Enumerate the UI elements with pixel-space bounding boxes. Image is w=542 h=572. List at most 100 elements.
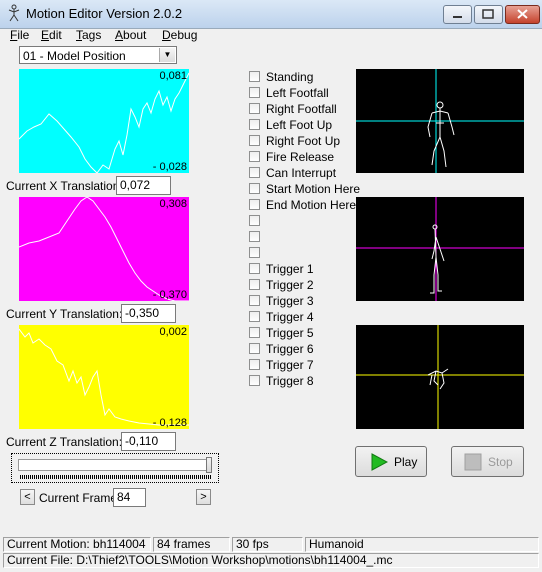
frame-slider[interactable] [11,453,219,483]
z-graph-min: - 0,128 [152,417,187,429]
flag-label: Trigger 4 [266,310,314,324]
play-label: Play [394,455,418,469]
stop-button[interactable]: Stop [451,446,524,477]
y-curve [19,197,189,301]
maximize-icon [482,9,494,19]
stop-icon [464,453,482,471]
chevron-left-icon: < [24,491,31,503]
x-graph-min: - 0,028 [152,161,187,173]
chevron-down-icon[interactable]: ▼ [159,48,175,62]
flag-checkbox[interactable] [249,135,260,146]
flag-checkbox[interactable] [249,327,260,338]
flag-checkbox[interactable] [249,103,260,114]
frame-slider-thumb[interactable] [206,457,212,473]
flag-label: Left Footfall [266,86,329,100]
x-curve [19,72,189,173]
flag-checkbox[interactable] [249,199,260,210]
skeleton-front [427,101,455,168]
flag-checkbox[interactable] [249,231,260,242]
y-translation-graph: 0,308 - 0,370 [19,197,189,301]
flag-checkbox[interactable] [249,247,260,258]
flag-checkbox[interactable] [249,167,260,178]
preview-side [356,197,524,301]
flag-label: Trigger 8 [266,374,314,388]
z-translation-label: Current Z Translation: [6,435,123,449]
flag-checkbox[interactable] [249,87,260,98]
x-graph-max: 0,081 [159,70,187,82]
flag-checkbox[interactable] [249,215,260,226]
current-frame-field[interactable]: 84 [113,488,146,507]
app-figure-icon [8,4,20,22]
flag-label: Trigger 7 [266,358,314,372]
y-translation-field[interactable]: -0,350 [121,304,176,323]
preview-front-canvas [356,69,524,173]
preview-front [356,69,524,173]
flag-label: Trigger 3 [266,294,314,308]
flag-checkbox[interactable] [249,119,260,130]
stop-label: Stop [488,455,513,469]
flag-checkbox[interactable] [249,343,260,354]
z-graph-max: 0,002 [159,326,187,338]
menu-file[interactable]: File [10,28,29,42]
channel-select[interactable]: 01 - Model Position ▼ [19,46,177,64]
status-current-file: Current File: D:\Thief2\TOOLS\Motion Wor… [3,553,539,568]
flag-label: Right Foot Up [266,134,341,148]
flag-label: Trigger 1 [266,262,314,276]
flag-checkbox[interactable] [249,151,260,162]
preview-top [356,325,524,429]
minimize-icon [453,16,462,18]
chevron-right-icon: > [200,491,207,503]
status-current-motion: Current Motion: bh114004 [3,537,151,552]
window-title: Motion Editor Version 2.0.2 [26,6,183,21]
z-curve [19,328,189,426]
channel-select-value: 01 - Model Position [23,49,126,63]
flag-label: Right Footfall [266,102,337,116]
current-frame-label: Current Frame: [39,491,121,505]
minimize-button[interactable] [443,5,472,24]
menu-edit[interactable]: Edit [41,28,62,42]
play-icon [371,453,388,471]
play-button[interactable]: Play [355,446,427,477]
close-button[interactable] [505,5,540,24]
status-fps: 30 fps [232,537,303,552]
flag-checkbox[interactable] [249,295,260,306]
menu-debug[interactable]: Debug [162,28,197,42]
status-type: Humanoid [305,537,539,552]
flag-checkbox[interactable] [249,359,260,370]
flag-label: Left Foot Up [266,118,333,132]
preview-top-canvas [356,325,524,429]
y-graph-max: 0,308 [159,198,187,210]
flag-label: Standing [266,70,314,84]
frame-slider-track[interactable] [18,459,212,471]
flag-label: Trigger 5 [266,326,314,340]
close-icon [517,9,528,19]
prev-frame-button[interactable]: < [20,489,35,505]
next-frame-button[interactable]: > [196,489,211,505]
flag-checkbox[interactable] [249,311,260,322]
y-translation-label: Current Y Translation: [6,307,123,321]
x-translation-label: Current X Translation: [6,179,123,193]
flag-checkbox[interactable] [249,375,260,386]
title-bar[interactable]: Motion Editor Version 2.0.2 [0,0,542,29]
status-bar-file: Current File: D:\Thief2\TOOLS\Motion Wor… [0,553,542,569]
flag-label: Trigger 2 [266,278,314,292]
skeleton-side [430,224,445,294]
flag-checkbox[interactable] [249,183,260,194]
preview-side-canvas [356,197,524,301]
status-frames: 84 frames [153,537,230,552]
menu-bar: File Edit Tags About Debug [0,28,542,44]
x-translation-graph: 0,081 - 0,028 [19,69,189,173]
flag-label: Start Motion Here [266,182,361,196]
menu-tags[interactable]: Tags [76,28,101,42]
z-translation-field[interactable]: -0,110 [121,432,176,451]
flag-checkbox[interactable] [249,263,260,274]
maximize-button[interactable] [474,5,503,24]
status-bar-motion: Current Motion: bh114004 84 frames 30 fp… [0,537,542,553]
menu-about[interactable]: About [115,28,146,42]
flag-checkbox[interactable] [249,279,260,290]
x-translation-field[interactable]: 0,072 [116,176,171,195]
y-graph-min: - 0,370 [152,289,187,301]
frame-slider-ticks [20,475,212,479]
flag-checkbox[interactable] [249,71,260,82]
z-translation-graph: 0,002 - 0,128 [19,325,189,429]
